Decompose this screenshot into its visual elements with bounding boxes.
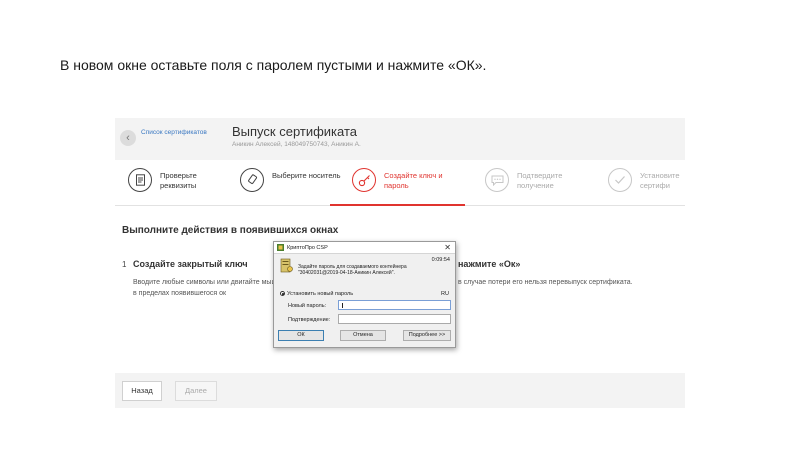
radio-label: Установить новый пароль [287,291,354,297]
dialog-title: КриптоПро CSP [287,245,328,251]
close-icon[interactable]: ✕ [444,243,451,253]
cryptopro-app-icon [277,244,284,251]
keyboard-language: RU [441,291,449,297]
back-link[interactable]: Список сертификатов [141,129,211,137]
step-label: Создайте ключ и пароль [384,171,443,190]
dialog-message: Задайте пароль для создаваемого контейне… [298,264,407,276]
footer-bar: Назад Далее [115,373,685,408]
confirm-password-field[interactable] [338,314,451,324]
slide-caption: В новом окне оставьте поля с паролем пус… [60,57,487,73]
dialog-titlebar[interactable]: КриптоПро CSP ✕ [274,242,455,254]
step-label: Выберите носитель [272,171,341,180]
section-title: Выполните действия в появившихся окнах [122,225,339,236]
step-label: Установите сертифи [640,171,680,190]
back-arrow-icon[interactable]: ‹ [120,130,136,146]
cancel-button[interactable]: Отмена [340,330,386,341]
dialog-timer: 0:09:54 [431,257,450,263]
cryptopro-password-dialog: КриптоПро CSP ✕ 0:09:54 Задайте пароль д… [273,241,456,348]
details-button[interactable]: Подробнее >> [403,330,451,341]
set-new-password-radio[interactable] [280,291,285,296]
task2-description: в случае потери его нельзя перевыпуск се… [458,279,633,286]
check-circle-icon [608,168,632,192]
page-header: ‹ Список сертификатов Выпуск сертификата… [115,118,685,160]
usb-token-icon [240,168,264,192]
back-button[interactable]: Назад [122,381,162,401]
ok-button[interactable]: ОК [278,330,324,341]
task2-title: нажмите «Ок» [458,259,521,269]
key-icon [352,168,376,192]
step-label: Проверьте реквизиты [160,171,197,190]
step-label: Подтвердите получение [517,171,563,190]
document-icon [128,168,152,192]
chat-icon [485,168,509,192]
task-number: 1 [122,260,127,269]
text-caret [342,303,343,308]
stepper: Проверьте реквизиты Выберите носитель Со… [115,160,685,206]
page-subtitle: Аникин Алексей, 148049750743, Аникин А. [232,141,361,148]
keys-icon [280,258,293,273]
task-description: Вводите любые символы или двигайте мышко… [133,279,289,297]
page-title: Выпуск сертификата [232,124,358,139]
active-step-indicator [330,204,465,206]
next-button[interactable]: Далее [175,381,217,401]
task-title: Создайте закрытый ключ [133,259,248,269]
confirm-password-label: Подтверждение: [288,317,331,323]
new-password-label: Новый пароль: [288,303,327,309]
new-password-field[interactable] [338,300,451,310]
